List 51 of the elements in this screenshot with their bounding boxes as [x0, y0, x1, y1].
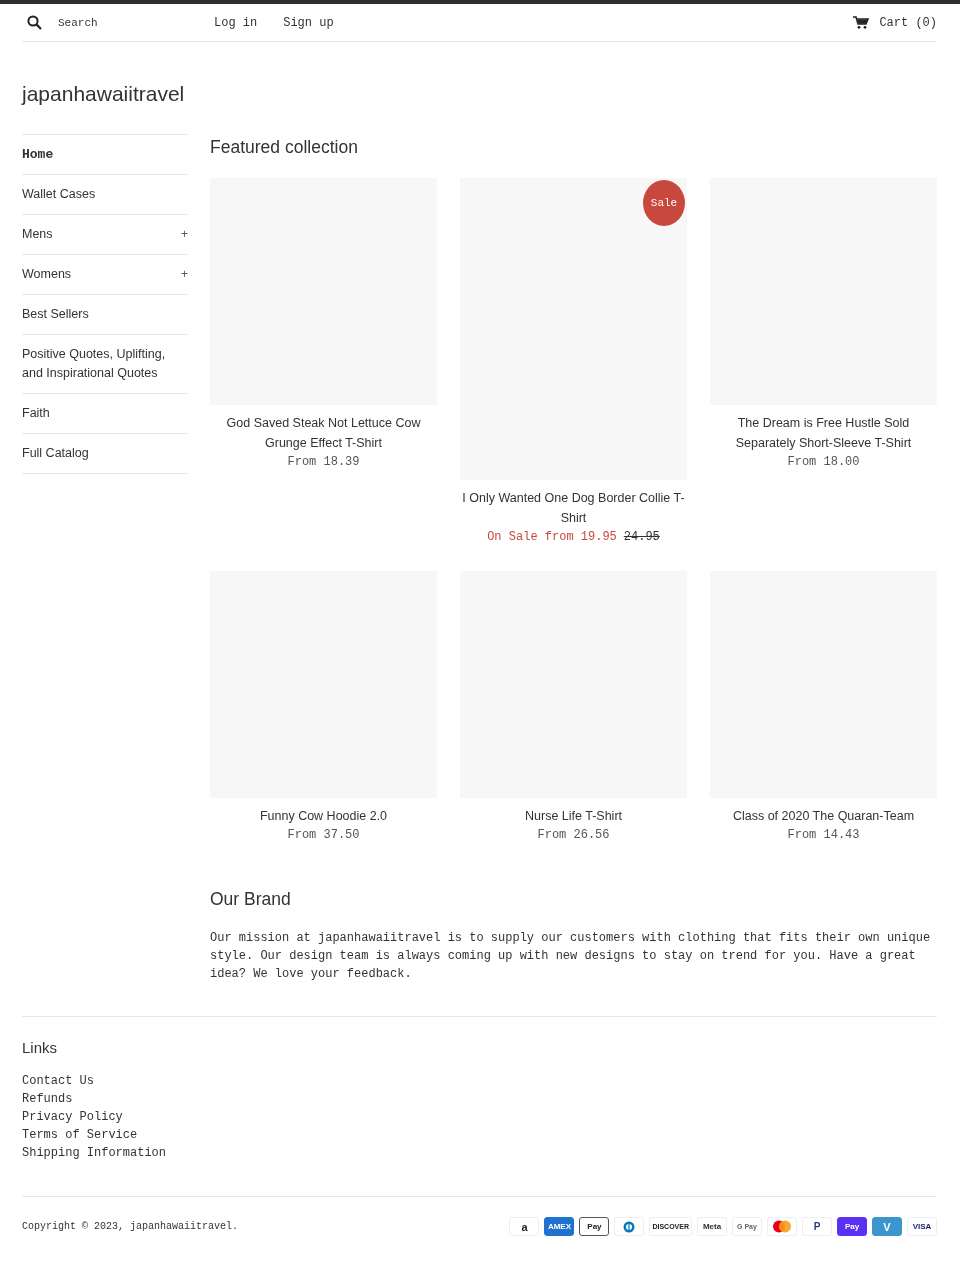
cart-icon	[853, 16, 870, 29]
store-logo[interactable]: japanhawaiitravel	[22, 82, 185, 106]
product-price: From 18.39	[287, 454, 360, 471]
payment-icon: VISA	[907, 1217, 937, 1236]
footer-heading: Links	[22, 1039, 59, 1056]
product-title[interactable]: Class of 2020 The Quaran-Team	[710, 806, 937, 826]
brand-paragraph: Our mission at japanhawaiitravel is to supply our customers with clothing that fits their own unique style. Our design team is always coming up with new designs to stay on trend for you. Have a great idea? We love your feedback.	[210, 930, 932, 983]
sidebar-item[interactable]: Faith	[22, 394, 188, 434]
section-heading: Featured collection	[210, 136, 359, 158]
original-price: 24.95	[623, 529, 660, 546]
footer-link[interactable]: Privacy Policy	[22, 1108, 123, 1126]
header-link[interactable]: Sign up	[283, 15, 334, 30]
search-field[interactable]: Search	[46, 16, 198, 29]
payment-icon	[767, 1217, 797, 1236]
product-price: From 18.00	[787, 454, 860, 471]
search-icon	[27, 15, 42, 30]
payment-icon: P	[802, 1217, 832, 1236]
footer-link[interactable]: Shipping Information	[22, 1144, 167, 1162]
footer-link[interactable]: Refunds	[22, 1090, 73, 1108]
product-price: On Sale from 19.95	[487, 529, 617, 546]
copyright-text: Copyright © 2023, japanhawaiitravel.	[22, 1221, 239, 1232]
product-title[interactable]: The Dream is Free Hustle Sold Separately Short-Sleeve T-Shirt	[710, 413, 937, 453]
product-image[interactable]	[460, 178, 687, 480]
payment-icon: V	[872, 1217, 902, 1236]
payment-icon: a	[509, 1217, 540, 1236]
sidebar-item[interactable]: Womens +	[22, 255, 188, 295]
product-price: From 37.50	[287, 827, 360, 844]
product-price: From 26.56	[537, 827, 610, 844]
product-price: From 14.43	[787, 827, 860, 844]
sidebar-item[interactable]: Wallet Cases	[22, 175, 188, 215]
payment-icon: AMEX	[544, 1217, 575, 1236]
payment-icon: Pay	[837, 1217, 867, 1236]
cart-link[interactable]: Cart (0)	[853, 15, 937, 30]
product-title[interactable]: God Saved Steak Not Lettuce Cow Grunge Effect T-Shirt	[210, 413, 437, 453]
payment-icon	[614, 1217, 645, 1236]
payment-icon: Meta	[697, 1217, 727, 1236]
sidebar-item[interactable]: Positive Quotes, Uplifting, and Inspirational Quotes	[22, 335, 188, 394]
expand-icon[interactable]: +	[181, 225, 188, 244]
sidebar-item[interactable]: Mens +	[22, 215, 188, 255]
expand-icon[interactable]: +	[181, 265, 188, 284]
sidebar-item[interactable]: Home	[22, 135, 188, 175]
header-link[interactable]: Log in	[214, 15, 258, 30]
product-title[interactable]: Funny Cow Hoodie 2.0	[210, 806, 437, 826]
product-title[interactable]: I Only Wanted One Dog Border Collie T-Shirt	[460, 488, 687, 528]
footer-link[interactable]: Contact Us	[22, 1072, 94, 1090]
payment-icon: Pay	[579, 1217, 610, 1236]
sidebar-item[interactable]: Best Sellers	[22, 295, 188, 335]
sidebar-item[interactable]: Full Catalog	[22, 434, 188, 474]
product-title[interactable]: Nurse Life T-Shirt	[460, 806, 687, 826]
section-heading: Our Brand	[210, 888, 292, 910]
footer-link[interactable]: Terms of Service	[22, 1126, 138, 1144]
